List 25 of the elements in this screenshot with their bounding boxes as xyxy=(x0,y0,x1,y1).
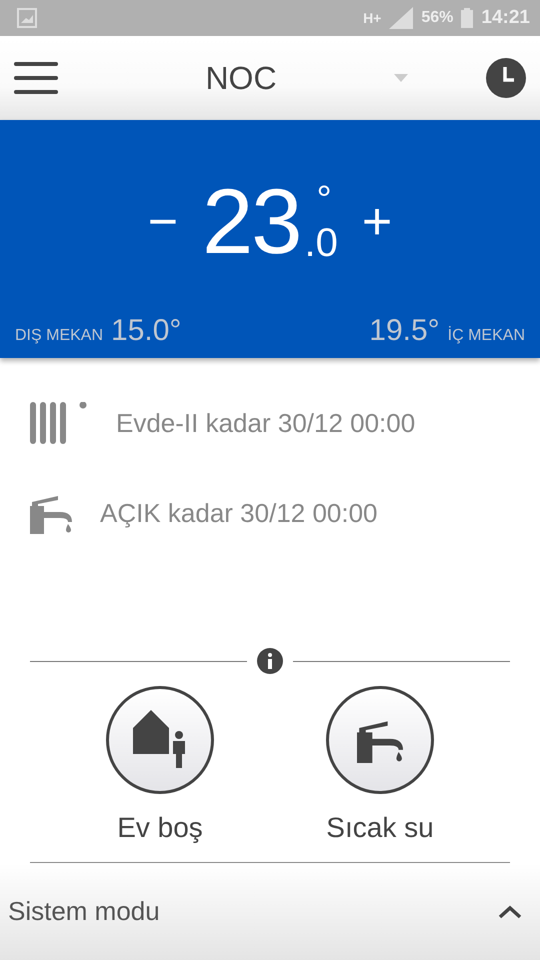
chevron-up-icon[interactable] xyxy=(498,904,522,918)
outdoor-label: DIŞ MEKAN xyxy=(15,327,104,346)
schedule-text: Evde-II kadar 30/12 00:00 xyxy=(116,408,416,438)
battery-percent: 56% xyxy=(421,9,454,27)
outdoor-temperature: 15.0° xyxy=(111,314,182,348)
mode-label: Ev boş xyxy=(117,812,203,844)
clock-icon[interactable] xyxy=(486,58,526,98)
info-icon[interactable] xyxy=(257,648,283,674)
clock-time: 14:21 xyxy=(481,7,530,29)
setpoint-value: 23 xyxy=(202,170,300,274)
setpoint-decimal: .0 xyxy=(304,223,338,263)
battery-icon xyxy=(461,8,474,28)
degree-sign: ° xyxy=(316,181,332,219)
increase-button[interactable]: + xyxy=(362,192,392,252)
radiator-icon xyxy=(30,402,88,444)
house-person-icon xyxy=(133,710,187,770)
indoor-label: İÇ MEKAN xyxy=(448,327,525,346)
network-type: H+ xyxy=(363,10,382,26)
indoor-temperature: 19.5° xyxy=(369,314,440,348)
schedule-text: AÇIK kadar 30/12 00:00 xyxy=(100,498,378,528)
menu-icon[interactable] xyxy=(14,61,58,95)
image-icon xyxy=(17,8,37,28)
decrease-button[interactable]: − xyxy=(148,192,178,252)
mode-label: Sıcak su xyxy=(326,812,434,844)
signal-icon xyxy=(389,7,414,29)
